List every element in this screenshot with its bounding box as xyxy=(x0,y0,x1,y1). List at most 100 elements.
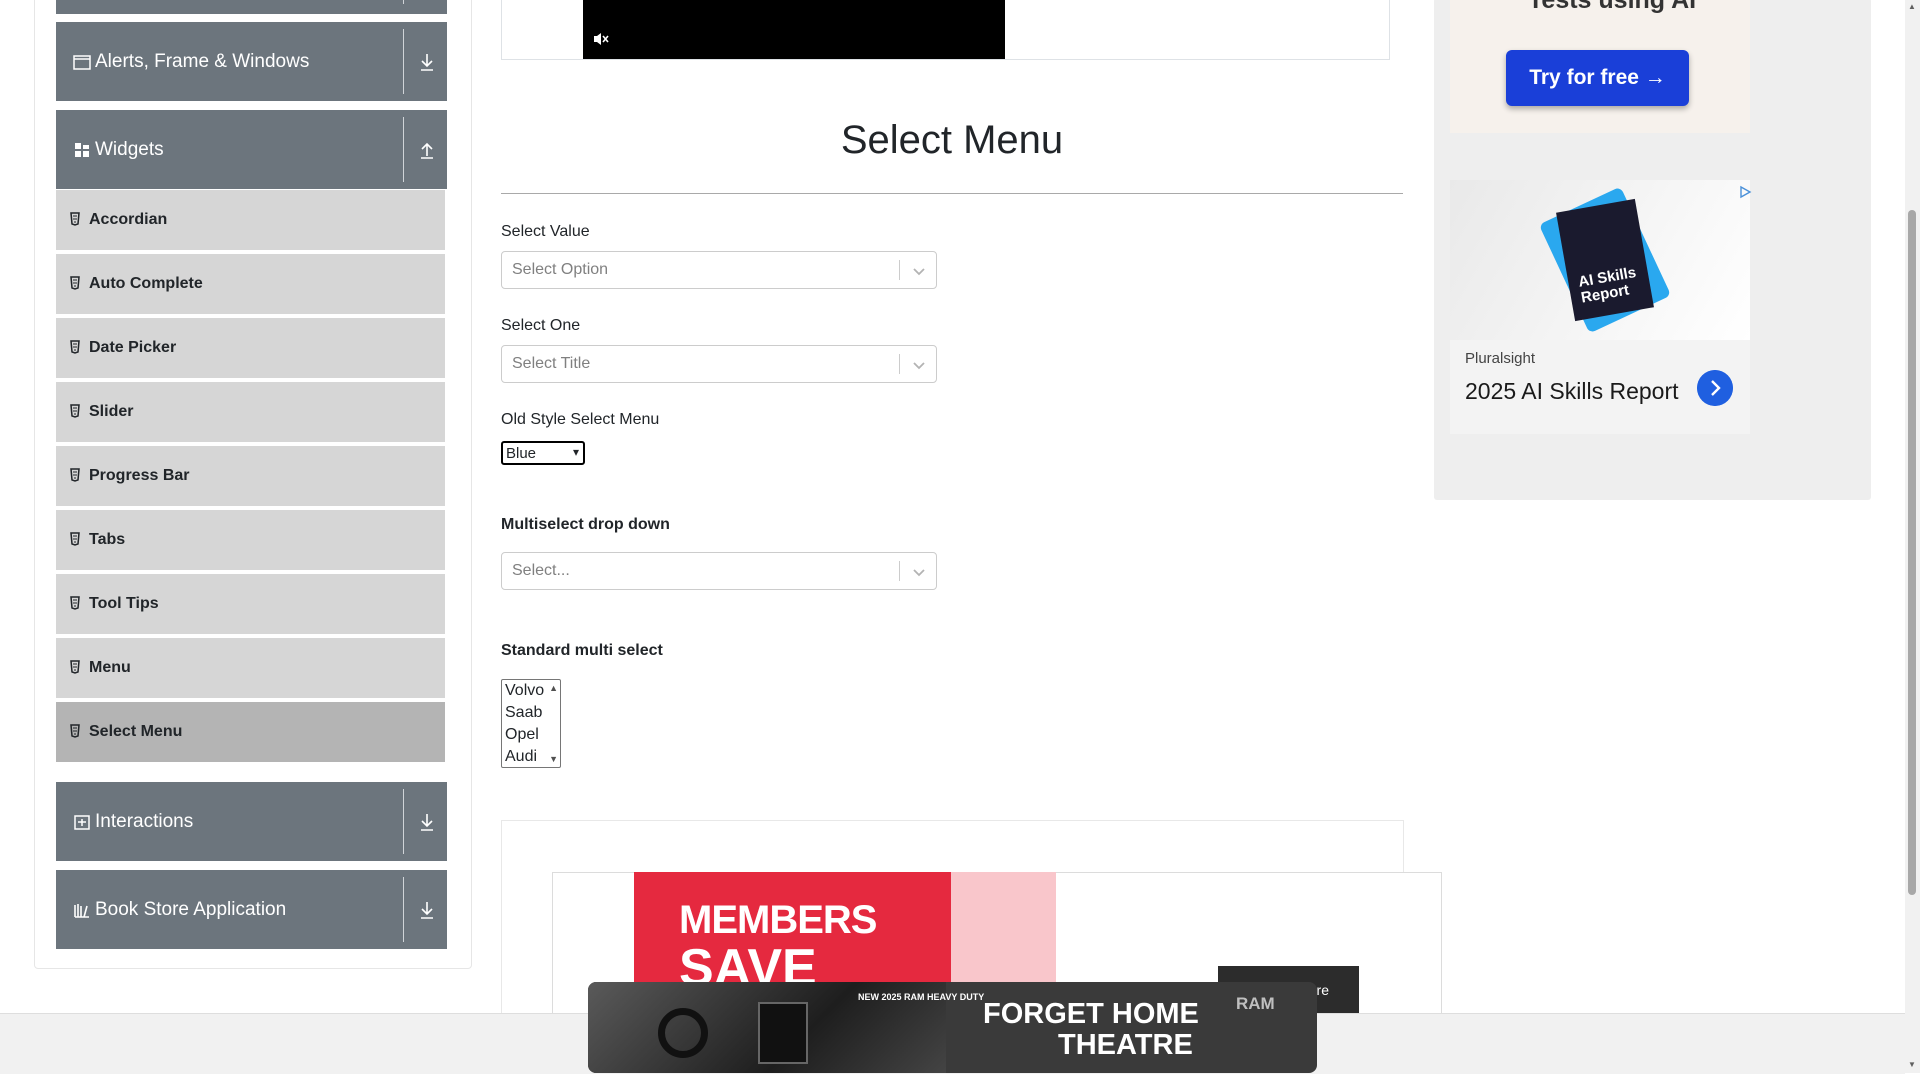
ad-publisher: Pluralsight xyxy=(1465,350,1536,367)
group-label: Alerts, Frame & Windows xyxy=(95,50,310,72)
standard-multi-select[interactable]: Volvo Saab Opel Audi ▲ ▼ xyxy=(501,679,561,768)
sidebar-item-menu[interactable]: Menu xyxy=(56,638,445,700)
multiselect-label: Multiselect drop down xyxy=(501,516,670,533)
html5-icon xyxy=(70,468,80,482)
ad-heading: Tests using AI xyxy=(1528,0,1697,14)
page-title: Select Menu xyxy=(840,118,1064,162)
select-one-placeholder: Select Title xyxy=(512,355,591,372)
html5-icon xyxy=(70,276,80,290)
caret-down-icon: ▾ xyxy=(572,445,579,459)
sidebar-item-label: Slider xyxy=(89,403,134,420)
sidebar-item-progress-bar[interactable]: Progress Bar xyxy=(56,446,445,508)
sidebar-item-tabs[interactable]: Tabs xyxy=(56,510,445,572)
sidebar-item-label: Select Menu xyxy=(89,723,183,740)
steering-wheel-shape xyxy=(658,1008,708,1058)
ad-cta-text: re xyxy=(1316,982,1329,998)
scroll-up-arrow-icon[interactable]: ▲ xyxy=(549,683,558,693)
sidebar-item-label: Tool Tips xyxy=(89,595,159,612)
html5-icon xyxy=(70,724,80,738)
scroll-down-arrow-icon[interactable]: ▼ xyxy=(549,754,558,764)
sidebar-item-auto-complete[interactable]: Auto Complete xyxy=(56,254,445,316)
download-arrow-icon[interactable] xyxy=(418,812,436,832)
group-divider xyxy=(403,29,404,94)
try-for-free-button[interactable]: Try for free → xyxy=(1506,50,1689,106)
select-one-label: Select One xyxy=(501,317,581,334)
chevron-right-icon[interactable] xyxy=(1697,370,1733,406)
group-label: Book Store Application xyxy=(95,898,287,920)
window-icon xyxy=(73,54,91,70)
multiselect-dropdown[interactable]: Select... xyxy=(501,552,937,590)
book-title: AI Skills Report xyxy=(1577,263,1638,307)
sidebar-group-book-store[interactable]: Book Store Application xyxy=(56,870,447,949)
sidebar-group-interactions[interactable]: Interactions xyxy=(56,782,447,861)
chevron-down-icon[interactable] xyxy=(910,262,928,280)
html5-icon xyxy=(70,212,80,226)
old-style-label: Old Style Select Menu xyxy=(501,411,660,428)
multi-option[interactable]: Volvo xyxy=(505,682,544,700)
old-style-select[interactable]: Blue ▾ xyxy=(501,441,585,465)
book-cover: AI Skills Report xyxy=(1556,198,1654,322)
video-player[interactable] xyxy=(583,0,1005,59)
ad-tagline: NEW 2025 RAM HEAVY DUTY xyxy=(858,992,985,1002)
sidebar-group-widgets[interactable]: Widgets xyxy=(56,110,447,189)
sidebar-item-label: Menu xyxy=(89,659,131,676)
sidebar-item-tool-tips[interactable]: Tool Tips xyxy=(56,574,445,636)
html5-icon xyxy=(70,660,80,674)
group-divider xyxy=(403,0,404,4)
right-sidebar-ad[interactable]: Tests using AI Try for free → AI Skills … xyxy=(1434,0,1871,500)
sidebar-item-label: Progress Bar xyxy=(89,467,190,484)
interactions-icon xyxy=(74,814,90,830)
indicator-separator xyxy=(899,561,900,581)
group-divider xyxy=(403,117,404,182)
sidebar-group-previous[interactable] xyxy=(56,0,447,14)
indicator-separator xyxy=(899,260,900,280)
adchoices-icon[interactable] xyxy=(1738,185,1752,199)
sidebar-item-label: Tabs xyxy=(89,531,126,548)
multi-option[interactable]: Opel xyxy=(505,726,539,744)
widgets-grid-icon xyxy=(75,142,89,157)
html5-icon xyxy=(70,404,80,418)
html5-icon xyxy=(70,532,80,546)
select-value-dropdown[interactable]: Select Option xyxy=(501,251,937,289)
sidebar-item-accordian[interactable]: Accordian xyxy=(56,190,445,252)
group-divider xyxy=(403,877,404,942)
indicator-separator xyxy=(899,354,900,374)
ad-slogan: FORGET HOME xyxy=(983,998,1199,1030)
title-divider xyxy=(501,193,1403,194)
scrollbar-thumb[interactable] xyxy=(1908,210,1916,895)
ad-text: MEMBERS xyxy=(679,898,877,942)
group-label: Interactions xyxy=(95,810,194,832)
group-divider xyxy=(403,789,404,854)
scroll-down-arrow-icon[interactable]: ▼ xyxy=(1908,1060,1916,1069)
ad-top-card: Tests using AI Try for free → xyxy=(1450,0,1750,133)
sidebar-item-slider[interactable]: Slider xyxy=(56,382,445,444)
sidebar-item-label: Auto Complete xyxy=(89,275,203,292)
sidebar-item-label: Date Picker xyxy=(89,339,177,356)
ad-slogan: THEATRE xyxy=(1058,1029,1193,1061)
multiselect-placeholder: Select... xyxy=(512,562,570,579)
sticky-bottom-ad[interactable]: NEW 2025 RAM HEAVY DUTY FORGET HOME THEA… xyxy=(588,982,1317,1073)
old-style-selected-value: Blue xyxy=(506,445,537,462)
chevron-down-icon[interactable] xyxy=(910,563,928,581)
ram-logo: RAM xyxy=(1236,994,1275,1013)
multi-option[interactable]: Saab xyxy=(505,704,542,722)
sidebar-group-alerts[interactable]: Alerts, Frame & Windows xyxy=(56,22,447,101)
select-value-placeholder: Select Option xyxy=(512,261,609,278)
ad-book-image: AI Skills Report xyxy=(1450,180,1750,340)
chevron-down-icon[interactable] xyxy=(910,356,928,374)
dashboard-screen-shape xyxy=(758,1002,808,1064)
muted-speaker-icon[interactable] xyxy=(592,30,610,48)
select-one-dropdown[interactable]: Select Title xyxy=(501,345,937,383)
group-label: Widgets xyxy=(95,138,164,160)
sidebar-item-select-menu[interactable]: Select Menu xyxy=(56,702,445,764)
standard-multi-label: Standard multi select xyxy=(501,642,663,659)
ad-headline[interactable]: 2025 AI Skills Report xyxy=(1465,378,1679,405)
download-arrow-icon[interactable] xyxy=(418,52,436,72)
upload-arrow-icon[interactable] xyxy=(418,140,436,160)
html5-icon xyxy=(70,596,80,610)
multi-option[interactable]: Audi xyxy=(505,748,537,766)
html5-icon xyxy=(70,340,80,354)
scroll-up-arrow-icon[interactable]: ▲ xyxy=(1908,2,1916,11)
sidebar-item-date-picker[interactable]: Date Picker xyxy=(56,318,445,380)
download-arrow-icon[interactable] xyxy=(418,900,436,920)
